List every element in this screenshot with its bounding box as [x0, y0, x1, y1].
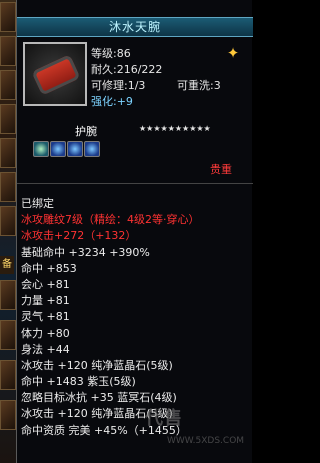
item-name: 沐水天腕 [17, 17, 253, 37]
toolbar-slot[interactable] [0, 320, 16, 350]
rewash-row: 可重洗:3 [177, 79, 221, 92]
attribute-row: 已绑定 [21, 197, 54, 210]
attribute-row: 冰攻击+272（+132） [21, 229, 137, 243]
item-tooltip: 沐水天腕 等级:86 ✦ 耐久:216/222 可修理:1/3 可重洗:3 强化… [16, 0, 253, 463]
enhance-row: 强化:+9 [91, 95, 133, 108]
repair-row: 可修理:1/3 [91, 79, 146, 92]
gold-sparkle-icon: ✦ [226, 44, 240, 62]
gem-slot [84, 141, 100, 157]
attribute-row: 忽略目标冰抗 +35 蓝冥石(4级) [21, 391, 177, 405]
divider [17, 183, 253, 184]
attribute-row: 命中 +1483 紫玉(5级) [21, 375, 136, 389]
attribute-row: 冰攻击 +120 纯净蓝晶石(5级) [21, 407, 173, 421]
watermark-url: WWW.5XDS.COM [167, 436, 245, 446]
gem-slot [50, 141, 66, 157]
toolbar-slot[interactable] [0, 138, 16, 168]
toolbar-slot[interactable] [0, 280, 16, 310]
side-toolbar: 备 [0, 0, 16, 463]
toolbar-slot[interactable] [0, 172, 16, 202]
level-row: 等级:86 [91, 47, 131, 60]
toolbar-char[interactable]: 备 [0, 256, 14, 274]
quality-label: 贵重 [210, 163, 232, 176]
gem-slots [33, 141, 100, 157]
toolbar-slot[interactable] [0, 360, 16, 390]
toolbar-slot[interactable] [0, 104, 16, 134]
durability-row: 耐久:216/222 [91, 63, 163, 76]
toolbar-slot[interactable] [0, 36, 16, 66]
attribute-row: 力量 +81 [21, 294, 70, 308]
toolbar-slot[interactable] [0, 70, 16, 100]
item-icon [23, 42, 87, 106]
attribute-row: 基础命中 +3234 +390% [21, 245, 150, 259]
watermark-text: 代售 [145, 408, 183, 429]
attribute-list: 已绑定冰攻雕纹7级（精绘：4级2等·穿心） 冰攻击+272（+132） 基础命中 +… [21, 196, 249, 439]
attribute-row: 身法 +44 [21, 342, 70, 356]
gem-slot [67, 141, 83, 157]
star-rating: ★★★★★★★★★★ [139, 124, 211, 133]
attribute-row: 冰攻击 +120 纯净蓝晶石(5级) [21, 358, 173, 372]
attribute-row: 会心 +81 [21, 277, 70, 291]
toolbar-slot[interactable] [0, 400, 16, 430]
attribute-row: 冰攻雕纹7级（精绘：4级2等·穿心） [21, 213, 200, 227]
bracer-icon [31, 54, 81, 96]
gem-slot [33, 141, 49, 157]
attribute-row: 灵气 +81 [21, 310, 70, 324]
toolbar-slot[interactable] [0, 206, 16, 236]
toolbar-slot[interactable] [0, 2, 16, 32]
attribute-row: 命中 +853 [21, 261, 77, 275]
attribute-row: 体力 +80 [21, 326, 70, 340]
item-type: 护腕 [75, 125, 97, 138]
